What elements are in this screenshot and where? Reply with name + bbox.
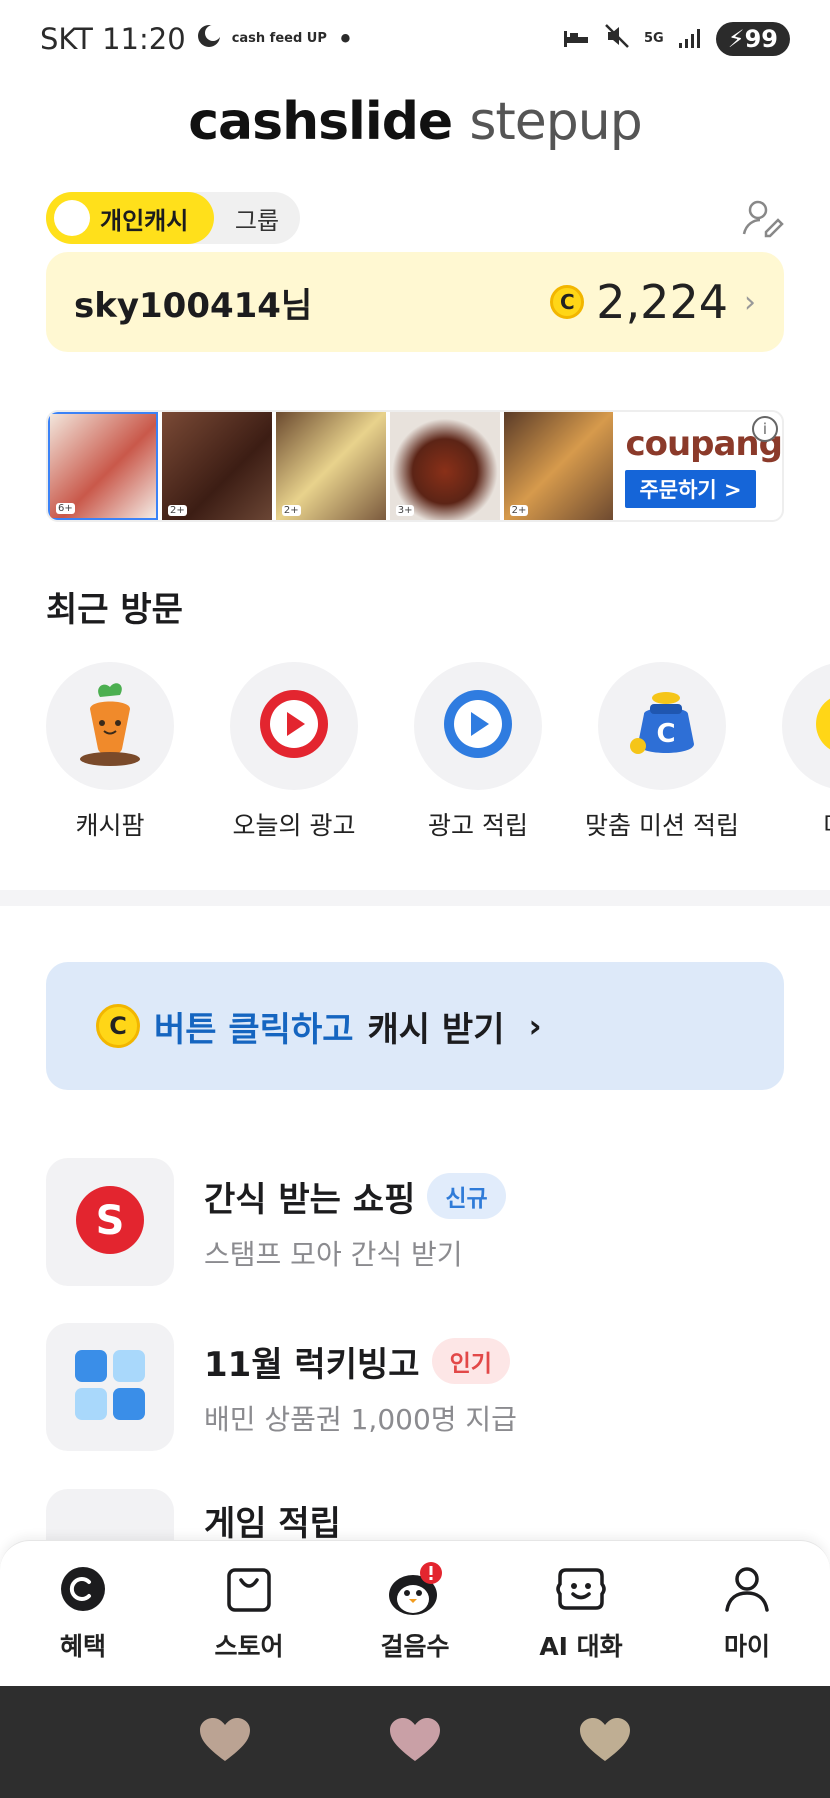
shopping-bag-icon xyxy=(225,1564,273,1618)
recent-item-cashfarm[interactable]: 캐시팜 xyxy=(46,662,230,842)
user-cash-card[interactable]: sky100414님 C 2,224 › xyxy=(46,252,784,352)
ad-product-thumb[interactable]: 2+ xyxy=(275,412,386,520)
order-button[interactable]: 주문하기 > xyxy=(625,470,756,508)
nav-ai-chat[interactable]: AI 대화 xyxy=(498,1541,664,1686)
coin-icon: C xyxy=(96,1004,140,1048)
bed-icon xyxy=(562,22,590,56)
heart-nav-icon[interactable] xyxy=(578,1717,632,1767)
recent-visits-title: 최근 방문 xyxy=(46,590,183,630)
coin-icon: C xyxy=(550,285,585,319)
heart-nav-icon[interactable] xyxy=(198,1717,252,1767)
carrot-icon xyxy=(70,679,150,773)
carrier-time: SKT 11:20 xyxy=(40,22,186,56)
popular-badge: 인기 xyxy=(431,1338,510,1384)
toggle-personal-cash[interactable]: 개인캐시 xyxy=(46,192,214,244)
chevron-right-icon: › xyxy=(744,284,756,320)
signal-icon xyxy=(678,22,702,56)
app-badge: cash feed UP xyxy=(231,31,327,46)
bottom-navigation: 혜택 스토어 걸음수 AI 대화 마이 xyxy=(0,1540,830,1686)
cash-type-toggle[interactable]: 개인캐시 그룹 xyxy=(46,192,300,244)
moon-icon xyxy=(196,22,222,56)
chevron-right-icon: › xyxy=(528,1007,542,1045)
grid-tiles-icon xyxy=(73,1348,147,1426)
nav-my[interactable]: 마이 xyxy=(664,1541,830,1686)
smile-face-icon xyxy=(556,1564,606,1618)
recent-item-custom-mission[interactable]: C 맞춤 미션 적립 xyxy=(585,662,782,842)
svg-text:C: C xyxy=(656,719,675,749)
coin-icon xyxy=(811,689,830,763)
recent-visits-row: 캐시팜 오늘의 광고 광고 적립 C 맞춤 미션 적립 미 xyxy=(46,662,830,842)
ad-product-thumb[interactable]: 6+ xyxy=(48,412,158,520)
status-bar: SKT 11:20 cash feed UP • 5G ⚡99 xyxy=(0,0,830,78)
ad-info-icon[interactable]: i xyxy=(751,416,778,442)
cash-c-icon xyxy=(59,1565,107,1617)
new-badge: 신규 xyxy=(427,1173,506,1219)
recent-item-today-ad[interactable]: 오늘의 광고 xyxy=(230,662,414,842)
play-red-icon xyxy=(256,686,332,766)
nav-store[interactable]: 스토어 xyxy=(166,1541,332,1686)
click-for-cash-banner[interactable]: C 버튼 클릭하고 캐시 받기 › xyxy=(46,962,784,1090)
heart-nav-icon[interactable] xyxy=(388,1717,442,1767)
cash-amount: 2,224 xyxy=(596,275,728,329)
recent-item-mission[interactable]: 미션 xyxy=(782,662,830,842)
ad-product-thumb[interactable]: 2+ xyxy=(162,412,272,520)
battery-indicator: ⚡99 xyxy=(715,22,790,56)
toggle-knob xyxy=(54,200,90,236)
nav-steps[interactable]: 걸음수 xyxy=(332,1541,498,1686)
toggle-group[interactable]: 그룹 xyxy=(214,201,300,236)
svg-text:S: S xyxy=(96,1198,125,1244)
network-5g-icon: 5G xyxy=(644,31,664,46)
coupang-ad-banner[interactable]: 6+ 2+ 2+ 3+ 2+ coupang 주문하기 > i xyxy=(46,410,784,522)
section-divider xyxy=(0,890,830,906)
notification-dot: • xyxy=(336,22,354,56)
list-item-snack-shopping[interactable]: S 간식 받는 쇼핑 신규 스탬프 모아 간식 받기 xyxy=(46,1157,784,1287)
person-icon xyxy=(722,1564,772,1618)
list-item-lucky-bingo[interactable]: 11월 럭키빙고 인기 배민 상품권 1,000명 지급 xyxy=(46,1322,784,1452)
recent-item-ad-earn[interactable]: 광고 적립 xyxy=(414,662,598,842)
money-bag-icon: C xyxy=(622,684,702,768)
ad-product-thumb[interactable]: 2+ xyxy=(503,412,614,520)
username: sky100414님 xyxy=(74,285,313,326)
mute-icon xyxy=(604,22,630,56)
penguin-icon xyxy=(385,1561,445,1621)
app-title: cashslide stepup xyxy=(188,92,643,152)
system-navigation-bar xyxy=(0,1686,830,1798)
profile-edit-icon[interactable] xyxy=(740,196,786,242)
play-blue-icon xyxy=(440,686,516,766)
nav-benefits[interactable]: 혜택 xyxy=(0,1541,166,1686)
s-circle-icon: S xyxy=(72,1182,148,1262)
ad-product-thumb[interactable]: 3+ xyxy=(389,412,500,520)
